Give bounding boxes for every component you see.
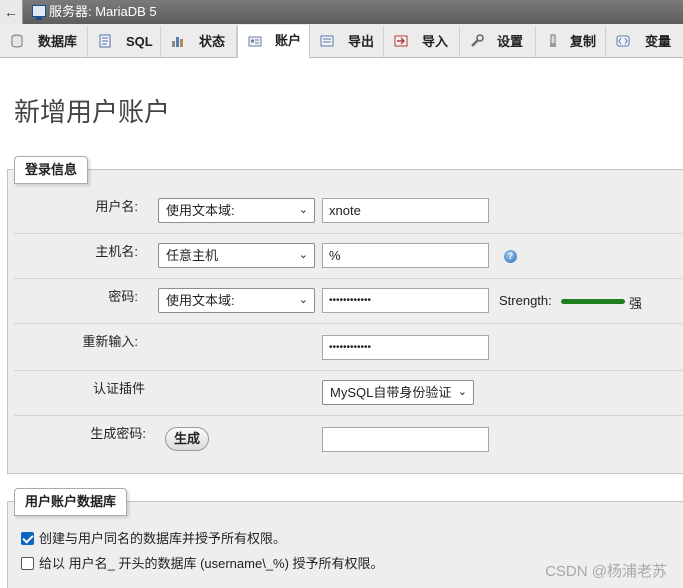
tab-label: 数据库 xyxy=(38,34,78,49)
tab-status[interactable]: 状态 xyxy=(161,26,237,57)
chevron-down-icon: ⌄ xyxy=(457,386,467,398)
chevron-down-icon: ⌄ xyxy=(298,204,308,216)
password-label: 密码: xyxy=(108,289,138,304)
window-title: 服务器: MariaDB 5 xyxy=(49,4,157,19)
host-input[interactable]: % xyxy=(322,243,489,268)
title-bar: ← 服务器: MariaDB 5 xyxy=(0,0,683,24)
tab-import[interactable]: 导入 xyxy=(384,26,460,57)
tab-label: 设置 xyxy=(497,34,524,49)
import-icon xyxy=(394,35,408,47)
variables-icon xyxy=(616,35,630,47)
password-row: 密码: 使用文本域: ⌄ •••••••••••• Strength: 强 xyxy=(14,279,683,324)
password-type-select[interactable]: 使用文本域: ⌄ xyxy=(158,288,315,313)
strength-label: Strength: xyxy=(499,293,552,308)
tab-label: 导出 xyxy=(348,34,375,49)
page-title: 新增用户账户 xyxy=(14,97,171,127)
tab-label: 导入 xyxy=(422,34,449,49)
username-row: 用户名: 使用文本域: ⌄ xnote xyxy=(14,189,683,234)
accounts-icon xyxy=(248,36,262,47)
sql-icon xyxy=(99,34,111,48)
password-strength-meter xyxy=(561,299,625,304)
select-value: 任意主机 xyxy=(166,248,219,263)
tab-label: 账户 xyxy=(275,33,302,48)
select-value: 使用文本域: xyxy=(166,203,235,218)
chevron-down-icon: ⌄ xyxy=(298,294,308,306)
tab-accounts[interactable]: 账户 xyxy=(237,25,310,58)
username-label: 用户名: xyxy=(95,199,138,214)
option-label: 创建与用户同名的数据库并授予所有权限。 xyxy=(39,531,287,546)
main-tab-bar: 数据库 SQL 状态 账户 导出 导入 设置 复制 变量 xyxy=(0,24,683,58)
select-value: MySQL自带身份验证 xyxy=(330,385,452,400)
generate-password-row: 生成密码: 生成 xyxy=(14,416,683,461)
host-type-select[interactable]: 任意主机 ⌄ xyxy=(158,243,315,268)
tab-label: SQL xyxy=(126,34,153,49)
select-value: 使用文本域: xyxy=(166,293,235,308)
generated-password-input[interactable] xyxy=(322,427,489,452)
host-row: 主机名: 任意主机 ⌄ % ? xyxy=(14,234,683,279)
user-database-legend: 用户账户数据库 xyxy=(14,488,128,516)
tab-variables[interactable]: 变量 xyxy=(606,26,683,57)
grant-wildcard-db-option[interactable]: 给以 用户名_ 开头的数据库 (username\_%) 授予所有权限。 xyxy=(21,553,384,572)
generate-button[interactable]: 生成 xyxy=(165,427,210,451)
export-icon xyxy=(320,35,334,47)
back-arrow-icon[interactable]: ← xyxy=(0,0,23,24)
password-input[interactable]: •••••••••••• xyxy=(322,288,489,313)
generate-password-label: 生成密码: xyxy=(90,426,146,441)
replication-icon xyxy=(550,34,556,47)
checkbox[interactable] xyxy=(21,557,34,570)
tab-databases[interactable]: 数据库 xyxy=(0,26,88,57)
option-label: 给以 用户名_ 开头的数据库 (username\_%) 授予所有权限。 xyxy=(39,556,384,571)
tab-label: 变量 xyxy=(645,34,672,49)
retype-label: 重新输入: xyxy=(82,334,138,349)
auth-plugin-label: 认证插件 xyxy=(92,381,145,396)
host-label: 主机名: xyxy=(95,244,138,259)
tab-label: 复制 xyxy=(570,34,597,49)
tab-export[interactable]: 导出 xyxy=(310,26,384,57)
retype-password-input[interactable]: •••••••••••• xyxy=(322,335,489,360)
watermark: CSDN @杨浦老苏 xyxy=(545,563,667,580)
tab-replication[interactable]: 复制 xyxy=(536,26,606,57)
auth-plugin-row: 认证插件 MySQL自带身份验证 ⌄ xyxy=(14,371,683,416)
username-type-select[interactable]: 使用文本域: ⌄ xyxy=(158,198,315,223)
help-icon[interactable]: ? xyxy=(504,250,517,263)
server-icon xyxy=(32,5,46,20)
database-icon xyxy=(11,34,23,48)
tab-sql[interactable]: SQL xyxy=(88,26,161,57)
status-icon xyxy=(172,37,183,47)
settings-icon xyxy=(471,34,484,47)
tab-settings[interactable]: 设置 xyxy=(460,26,536,57)
login-info-legend: 登录信息 xyxy=(14,156,89,184)
strength-text: 强 xyxy=(629,296,643,311)
checkbox[interactable] xyxy=(21,532,34,545)
username-input[interactable]: xnote xyxy=(322,198,489,223)
auth-plugin-select[interactable]: MySQL自带身份验证 ⌄ xyxy=(322,380,474,405)
create-same-name-db-option[interactable]: 创建与用户同名的数据库并授予所有权限。 xyxy=(21,528,286,547)
tab-label: 状态 xyxy=(199,34,226,49)
retype-row: 重新输入: •••••••••••• xyxy=(14,324,683,371)
chevron-down-icon: ⌄ xyxy=(298,249,308,261)
